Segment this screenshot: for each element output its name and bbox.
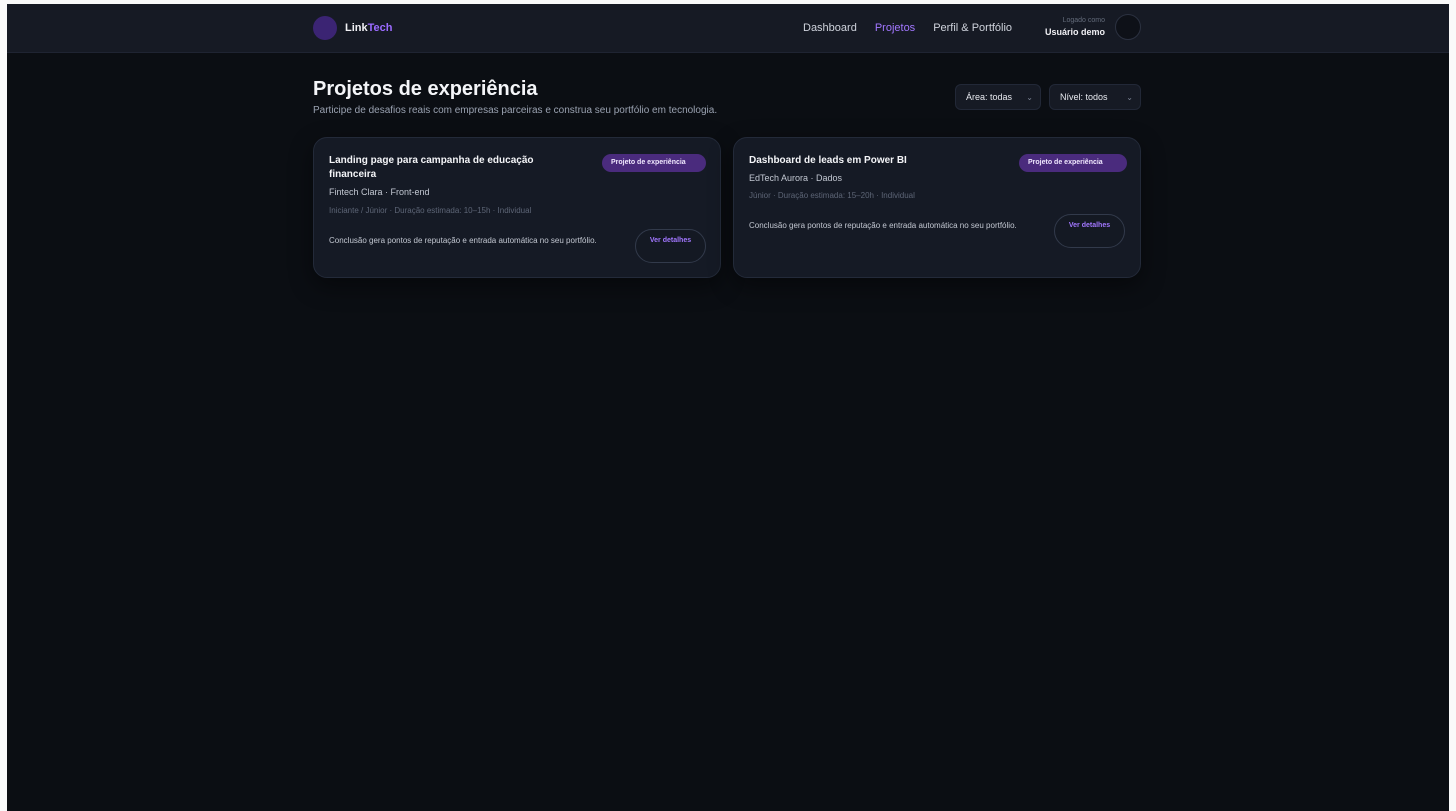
chevron-down-icon: ⌄ <box>1026 92 1033 102</box>
brand-name-accent: Tech <box>367 22 393 34</box>
project-type-badge: Projeto de experiência <box>602 154 706 172</box>
project-card: Dashboard de leads em Power BI Projeto d… <box>733 137 1141 278</box>
area-filter-label: Área: todas <box>966 92 1013 102</box>
page-subtitle: Participe de desafios reais com empresas… <box>313 105 718 116</box>
user-name: Usuário demo <box>1045 26 1106 37</box>
project-type-badge: Projeto de experiência <box>1019 154 1127 172</box>
avatar[interactable] <box>1115 14 1142 40</box>
app-viewport: LinkTech Dashboard Projetos Perfil & Por… <box>7 4 1449 811</box>
project-description: Conclusão gera pontos de reputação e ent… <box>749 221 1017 230</box>
ver-detalhes-button[interactable]: Ver detalhes <box>1054 214 1125 248</box>
nivel-filter-label: Nível: todos <box>1060 92 1108 102</box>
project-title: Landing page para campanha de educação f… <box>329 155 534 180</box>
brand-name: LinkTech <box>345 22 392 34</box>
project-company: EdTech Aurora · Dados <box>749 173 843 183</box>
project-description: Conclusão gera pontos de reputação e ent… <box>329 236 597 245</box>
project-meta: Júnior · Duração estimada: 15–20h · Indi… <box>749 191 915 200</box>
user-info: Logado como Usuário demo <box>1045 16 1105 39</box>
project-meta: Iniciante / Júnior · Duração estimada: 1… <box>329 206 532 215</box>
chevron-down-icon: ⌄ <box>1126 92 1133 102</box>
nivel-filter-select[interactable]: Nível: todos ⌄ <box>1049 84 1141 110</box>
project-card: Landing page para campanha de educação f… <box>313 137 721 278</box>
ver-detalhes-button[interactable]: Ver detalhes <box>635 229 706 263</box>
project-company: Fintech Clara · Front-end <box>329 187 430 197</box>
nav-projetos[interactable]: Projetos <box>875 22 915 34</box>
main-nav: Dashboard Projetos Perfil & Portfólio <box>803 4 1012 52</box>
nav-perfil-portfolio[interactable]: Perfil & Portfólio <box>933 22 1012 34</box>
filters: Área: todas ⌄ Nível: todos ⌄ <box>955 84 1141 110</box>
top-navbar: LinkTech Dashboard Projetos Perfil & Por… <box>7 4 1449 53</box>
brand-name-main: Link <box>345 22 368 34</box>
user-caption: Logado como <box>1062 16 1106 24</box>
page-title: Projetos de experiência <box>313 78 538 100</box>
user-menu[interactable]: Logado como Usuário demo <box>1045 14 1142 40</box>
area-filter-select[interactable]: Área: todas ⌄ <box>955 84 1041 110</box>
brand[interactable]: LinkTech <box>313 16 392 40</box>
nav-dashboard[interactable]: Dashboard <box>803 22 857 34</box>
brand-logo <box>313 16 337 40</box>
project-title: Dashboard de leads em Power BI <box>749 155 907 166</box>
